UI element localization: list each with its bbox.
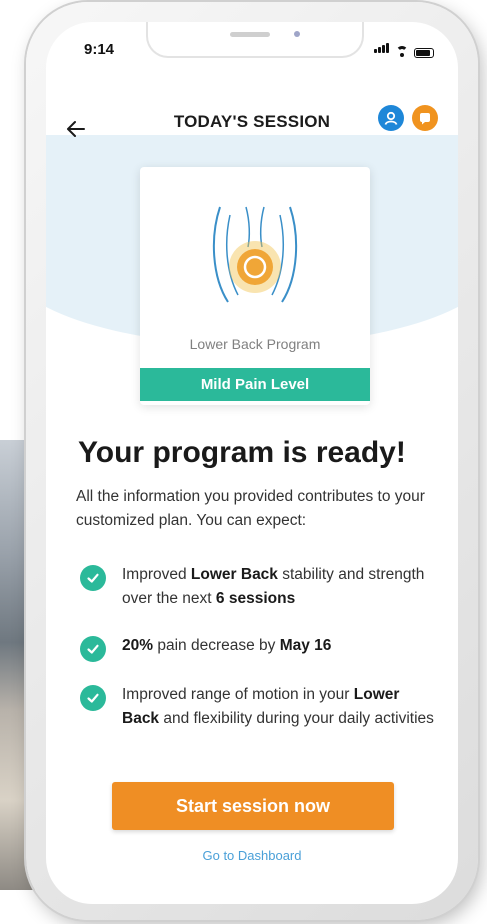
chat-icon[interactable] [412, 105, 438, 131]
user-icon[interactable] [378, 105, 404, 131]
app-screen: 9:14 TODAY'S SESSION Lower Back Program … [46, 22, 458, 904]
program-ready-heading: Your program is ready! [78, 436, 406, 469]
program-card: Lower Back Program Mild Pain Level [140, 167, 370, 405]
benefit-text: Improved Lower Back stability and streng… [122, 566, 425, 607]
wifi-icon [395, 46, 409, 58]
go-to-dashboard-link[interactable]: Go to Dashboard [46, 848, 458, 863]
check-icon [80, 565, 106, 591]
program-name: Lower Back Program [189, 336, 321, 352]
benefit-item: Improved Lower Back stability and streng… [80, 563, 440, 611]
status-bar: 9:14 [46, 22, 458, 68]
check-icon [80, 636, 106, 662]
intro-text: All the information you provided contrib… [76, 488, 425, 529]
start-session-button[interactable]: Start session now [112, 782, 394, 830]
benefit-item: Improved range of motion in your Lower B… [80, 683, 440, 731]
check-icon [80, 685, 106, 711]
lower-back-icon [212, 206, 298, 303]
app-header: TODAY'S SESSION [46, 92, 458, 137]
pain-level-badge: Mild Pain Level [140, 368, 370, 401]
signal-icon [374, 40, 390, 58]
status-time: 9:14 [84, 41, 115, 58]
benefit-text: Improved range of motion in your Lower B… [122, 686, 434, 727]
battery-icon [414, 48, 434, 58]
front-camera [294, 31, 300, 37]
status-icons [374, 40, 434, 58]
benefit-text: 20% pain decrease by May 16 [122, 637, 332, 654]
speaker-grille [230, 32, 270, 37]
benefit-item: 20% pain decrease by May 16 [80, 634, 440, 662]
device-notch [146, 22, 364, 58]
